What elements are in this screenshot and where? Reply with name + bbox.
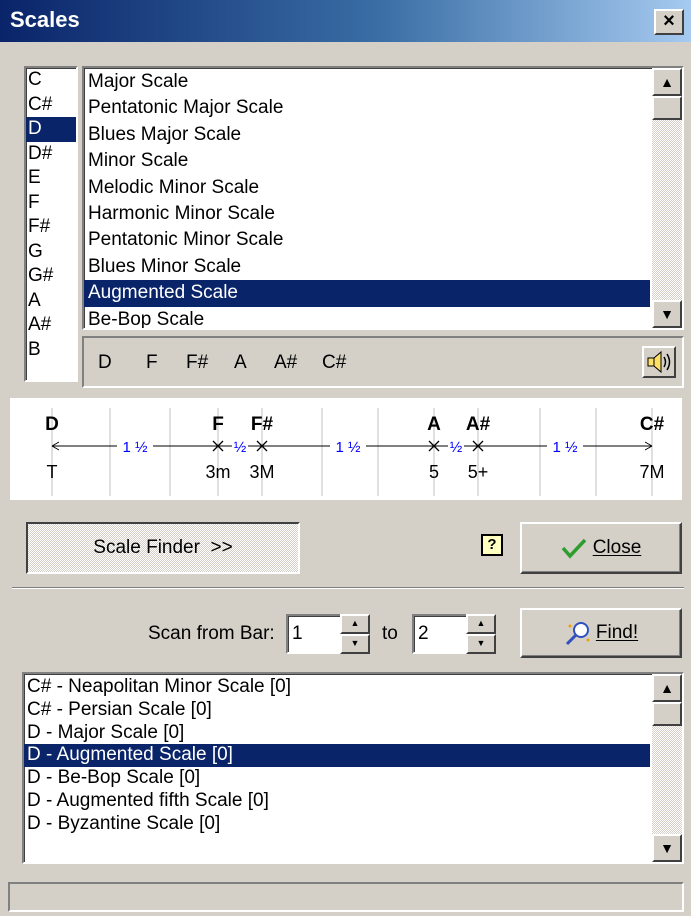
results-scrollbar[interactable]: ▲ ▼ (652, 674, 682, 862)
diagram-degree: 3M (249, 462, 274, 482)
status-bar (8, 882, 684, 912)
diagram-note: F (212, 414, 224, 435)
result-item[interactable]: D - Major Scale [0] (24, 722, 650, 745)
scale-item[interactable]: Augmented Scale (84, 280, 650, 307)
result-item[interactable]: C# - Persian Scale [0] (24, 699, 650, 722)
diagram-note: F# (251, 414, 274, 435)
down-arrow-icon: ▼ (660, 840, 674, 856)
play-button[interactable] (642, 346, 676, 378)
root-note-item[interactable]: C (26, 68, 76, 93)
root-note-item[interactable]: D# (26, 142, 76, 167)
scale-item[interactable]: Blues Minor Scale (84, 254, 650, 280)
scale-note: F (146, 352, 158, 373)
diagram-degree: 7M (639, 462, 664, 482)
interval-label: 1 ½ (335, 439, 361, 456)
scroll-up-button[interactable]: ▲ (652, 68, 682, 96)
diagram-degree: 3m (205, 462, 230, 482)
scale-item[interactable]: Pentatonic Major Scale (84, 95, 650, 121)
result-item[interactable]: D - Augmented fifth Scale [0] (24, 790, 650, 813)
diagram-note: D (45, 414, 59, 435)
root-note-item[interactable]: F# (26, 215, 76, 240)
results-list[interactable]: C# - Neapolitan Minor Scale [0] C# - Pers… (22, 672, 684, 864)
root-note-item[interactable]: E (26, 166, 76, 191)
root-note-item[interactable]: B (26, 338, 76, 363)
diagram-note: A# (466, 414, 491, 435)
root-note-list[interactable]: C C# D D# E F F# G G# A A# B (24, 66, 78, 382)
scan-from-spinner[interactable]: ▲ ▼ (340, 614, 370, 654)
decrement-icon[interactable]: ▼ (466, 634, 496, 654)
root-note-item[interactable]: D (26, 117, 76, 142)
diagram-degree: 5 (429, 462, 439, 482)
scale-note: C# (322, 352, 347, 373)
scale-note: A (234, 352, 247, 373)
interval-label: ½ (234, 439, 247, 456)
decrement-icon[interactable]: ▼ (340, 634, 370, 654)
root-note-item[interactable]: G (26, 240, 76, 265)
root-note-item[interactable]: A (26, 289, 76, 314)
interval-label: ½ (450, 439, 463, 456)
scan-from-label: Scan from Bar: (148, 623, 275, 644)
scale-item[interactable]: Melodic Minor Scale (84, 175, 650, 201)
root-note-item[interactable]: F (26, 191, 76, 216)
result-item[interactable]: C# - Neapolitan Minor Scale [0] (24, 676, 650, 699)
diagram-note: A (427, 414, 441, 435)
scroll-up-button[interactable]: ▲ (652, 674, 682, 702)
scan-to-label: to (382, 623, 398, 644)
scale-item[interactable]: Blues Major Scale (84, 122, 650, 148)
scale-list[interactable]: Major Scale Pentatonic Major Scale Blues M… (82, 66, 684, 330)
close-label: Close (592, 537, 642, 558)
scale-item[interactable]: Harmonic Minor Scale (84, 201, 650, 227)
root-note-item[interactable]: G# (26, 264, 76, 289)
increment-icon[interactable]: ▲ (466, 614, 496, 634)
scan-to-spinner[interactable]: ▲ ▼ (466, 614, 496, 654)
result-item[interactable]: D - Be-Bop Scale [0] (24, 767, 650, 790)
interval-label: 1 ½ (552, 439, 578, 456)
scale-item[interactable]: Major Scale (84, 69, 650, 95)
interval-label: 1 ½ (122, 439, 148, 456)
root-note-item[interactable]: A# (26, 313, 76, 338)
up-arrow-icon: ▲ (660, 74, 674, 90)
scale-note: D (98, 352, 112, 373)
scale-notes-bar: D F F# A A# C# (82, 336, 684, 388)
checkmark-icon (561, 538, 586, 559)
root-note-item[interactable]: C# (26, 93, 76, 118)
scale-note: A# (274, 352, 298, 373)
scale-item[interactable]: Be-Bop Scale (84, 307, 650, 328)
help-icon[interactable]: ? (481, 534, 503, 556)
close-button[interactable]: Close (520, 522, 682, 574)
find-label: Find! (595, 622, 639, 643)
scroll-down-button[interactable]: ▼ (652, 300, 682, 328)
window-title: Scales (10, 7, 80, 32)
interval-diagram: 1 ½ ½ 1 ½ ½ 1 ½ D T F 3m F# 3M A 5 A# 5+ C# 7M (10, 398, 682, 500)
diagram-degree: T (47, 462, 58, 482)
diagram-note: C# (640, 414, 665, 435)
diagram-degree: 5+ (468, 462, 489, 482)
scroll-thumb[interactable] (652, 702, 682, 726)
result-item[interactable]: D - Augmented Scale [0] (24, 744, 650, 768)
title-bar: Scales × (0, 0, 691, 42)
up-arrow-icon: ▲ (660, 680, 674, 696)
scan-from-value: 1 (292, 623, 303, 644)
close-icon: × (663, 10, 675, 32)
help-glyph: ? (487, 536, 497, 553)
scale-item[interactable]: Pentatonic Minor Scale (84, 227, 650, 253)
increment-icon[interactable]: ▲ (340, 614, 370, 634)
window-close-button[interactable]: × (654, 9, 684, 35)
scale-finder-button[interactable]: Scale Finder >> (26, 522, 300, 574)
scan-to-value: 2 (418, 623, 429, 644)
scale-list-scrollbar[interactable]: ▲ ▼ (652, 68, 682, 328)
scale-finder-label: Scale Finder >> (93, 537, 233, 558)
scale-note: F# (186, 352, 209, 373)
find-button[interactable]: Find! (520, 608, 682, 658)
down-arrow-icon: ▼ (660, 306, 674, 322)
scale-item[interactable]: Minor Scale (84, 148, 650, 174)
result-item[interactable]: D - Byzantine Scale [0] (24, 813, 650, 836)
speaker-icon (647, 350, 671, 374)
separator (12, 587, 684, 589)
scroll-thumb[interactable] (652, 96, 682, 120)
magnifier-icon (565, 621, 590, 646)
scroll-down-button[interactable]: ▼ (652, 834, 682, 862)
